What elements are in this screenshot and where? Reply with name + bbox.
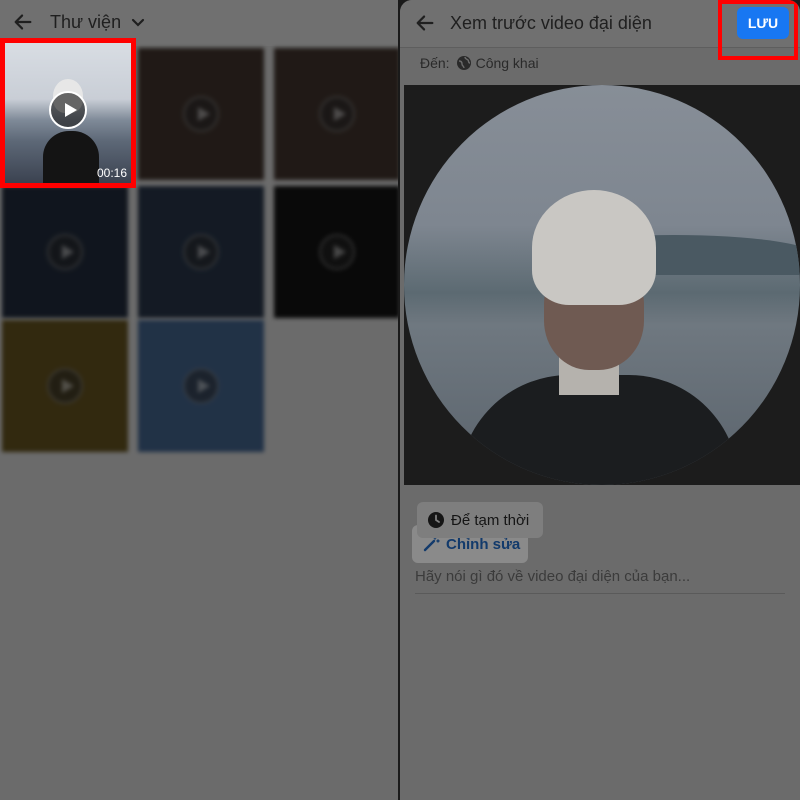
video-thumbnail[interactable] xyxy=(2,320,128,452)
play-icon xyxy=(47,234,83,270)
video-thumbnail[interactable] xyxy=(2,186,128,318)
caption-input[interactable] xyxy=(415,560,785,594)
video-duration: 00:16 xyxy=(96,166,127,180)
library-title[interactable]: Thư viện xyxy=(50,12,121,33)
play-icon xyxy=(183,234,219,270)
video-thumbnail-selected[interactable]: 00:16 xyxy=(0,38,136,188)
video-thumbnail[interactable] xyxy=(138,320,264,452)
preview-person-beanie xyxy=(532,190,656,305)
library-panel: Thư viện 00:16 xyxy=(0,0,400,800)
profile-video-circle xyxy=(404,85,800,485)
save-button[interactable]: LƯU xyxy=(737,7,789,39)
video-thumbnail[interactable] xyxy=(274,186,400,318)
audience-label: Đến: xyxy=(420,55,450,71)
video-grid: 00:16 xyxy=(0,38,400,456)
temporary-label: Để tạm thời xyxy=(451,511,530,529)
video-thumbnail[interactable] xyxy=(138,48,264,180)
edit-label: Chỉnh sửa xyxy=(446,535,521,553)
thumbnail-image: 00:16 xyxy=(5,43,131,183)
play-icon xyxy=(319,234,355,270)
temporary-button[interactable]: Để tạm thời xyxy=(417,502,543,538)
preview-panel: Xem trước video đại diện LƯU Đến: Công k… xyxy=(400,0,800,800)
chevron-down-icon[interactable] xyxy=(131,16,145,30)
back-arrow-icon[interactable] xyxy=(414,12,436,34)
audience-value: Công khai xyxy=(475,55,539,71)
clock-icon xyxy=(428,512,444,528)
play-icon xyxy=(319,96,355,132)
back-arrow-icon[interactable] xyxy=(12,11,34,33)
thumbnail-person-body xyxy=(43,131,99,183)
globe-icon xyxy=(456,56,471,70)
play-icon[interactable] xyxy=(49,91,87,129)
play-icon xyxy=(183,96,219,132)
play-icon xyxy=(183,368,219,404)
audience-selector[interactable]: Đến: Công khai xyxy=(420,55,539,71)
preview-title: Xem trước video đại diện xyxy=(450,13,652,33)
video-thumbnail[interactable] xyxy=(138,186,264,318)
video-preview: Chỉnh sửa xyxy=(404,85,800,563)
video-thumbnail[interactable] xyxy=(274,48,400,180)
play-icon xyxy=(47,368,83,404)
